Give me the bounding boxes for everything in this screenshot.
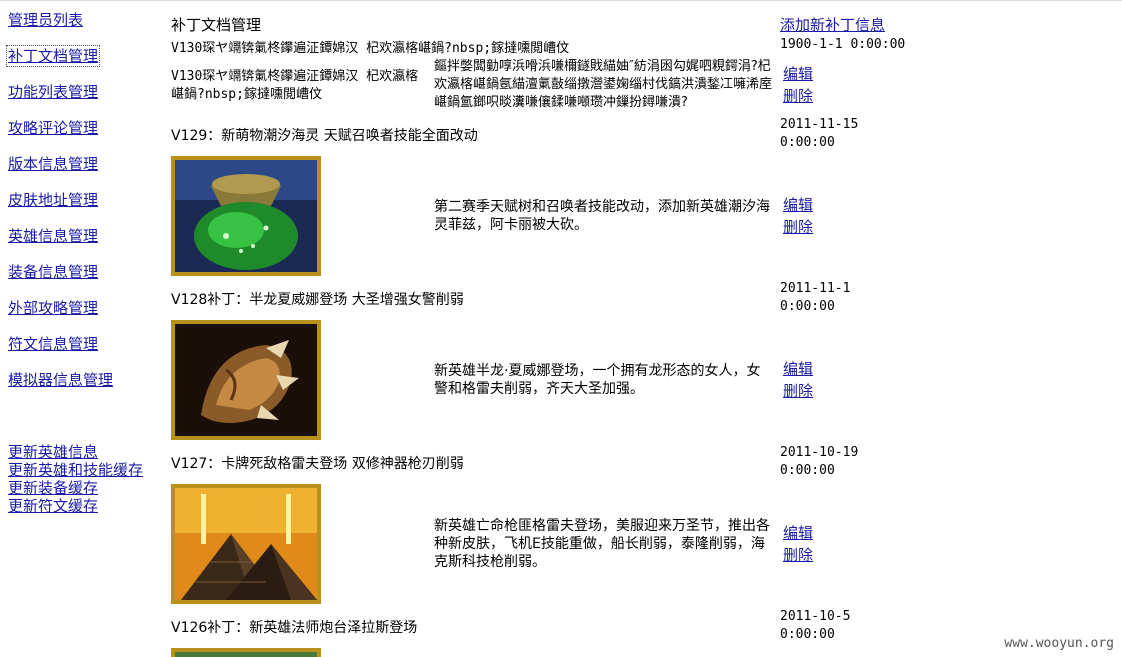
- delete-link[interactable]: 删除: [783, 85, 813, 107]
- sidebar-item-feature-list[interactable]: 功能列表管理: [8, 83, 98, 101]
- sidebar-item-admin-list[interactable]: 管理员列表: [8, 11, 83, 29]
- patch-date: 2011-11-15: [780, 117, 859, 132]
- patch-description: 新英雄半龙·夏威娜登场，一个拥有龙形态的女人，女警和格雷夫削弱，齐天大圣加强。: [434, 363, 761, 397]
- delete-link[interactable]: 删除: [783, 544, 813, 566]
- patch-thumbnail: [171, 648, 321, 657]
- patch-date: 2011-11-1: [780, 281, 851, 296]
- watermark: www.wooyun.org: [1004, 636, 1114, 651]
- sidebar-item-patch-docs[interactable]: 补丁文档管理: [5, 45, 101, 67]
- patch-description: 第二赛季天赋树和召唤者技能改动，添加新英雄潮汐海灵菲兹，阿卡丽被大砍。: [434, 199, 770, 233]
- page-title: 补丁文档管理: [171, 16, 262, 34]
- edit-link[interactable]: 编辑: [783, 63, 813, 85]
- patch-description: 鏂拌嫳闆勭啍浜嗗浜嗛檷鐩戝緢妯″紡涓囦勾娓呬粯鍔涓?杞欢瀛楁嵁鍋氬緢澶氭敼缁撴瀯…: [434, 59, 773, 110]
- edit-link[interactable]: 编辑: [783, 194, 813, 216]
- patch-left-text: V130琛ヤ竵锛氭柊鑻遍泟鐔婂汉 杞欢瀛楁嵁鍋?nbsp;鎵撻嚑閲嶆伩: [171, 69, 419, 102]
- patch-title: V129：新萌物潮汐海灵 天赋召唤者技能全面改动: [171, 128, 478, 144]
- update-hero-skill-cache-link[interactable]: 更新英雄和技能缓存: [8, 461, 143, 479]
- patch-title: V126补丁：新英雄法师炮台泽拉斯登场: [171, 620, 418, 636]
- add-patch-button[interactable]: 添加新补丁信息: [780, 14, 885, 35]
- sidebar-item-rune-info[interactable]: 符文信息管理: [8, 335, 98, 353]
- delete-link[interactable]: 删除: [783, 216, 813, 238]
- patch-date: 2011-10-19: [780, 445, 859, 460]
- patch-title: V128补丁：半龙夏威娜登场 大圣增强女警削弱: [171, 292, 464, 308]
- edit-link[interactable]: 编辑: [783, 522, 813, 544]
- patch-time: 0:00:00: [780, 135, 835, 150]
- patch-time: 0:00:00: [780, 627, 835, 642]
- sidebar-item-skin-urls[interactable]: 皮肤地址管理: [8, 191, 98, 209]
- patch-time: 0:00:00: [780, 463, 835, 478]
- patch-date: 2011-10-5: [780, 609, 851, 624]
- sidebar-item-external-guides[interactable]: 外部攻略管理: [8, 299, 98, 317]
- patch-title: V130琛ヤ竵锛氭柊鑻遍泟鐔婂汉 杞欢瀛楁嵁鍋?nbsp;鎵撻嚑閲嶆伩: [171, 41, 570, 56]
- pyramid-icon: [171, 484, 321, 604]
- patch-time: 0:00:00: [780, 299, 835, 314]
- sidebar-item-guide-comments[interactable]: 攻略评论管理: [8, 119, 98, 137]
- patch-date: 1900-1-1 0:00:00: [780, 37, 906, 52]
- delete-link[interactable]: 删除: [783, 380, 813, 402]
- patch-description: 新英雄亡命枪匪格雷夫登场，美服迎来万圣节，推出各种新皮肤，飞机E技能重做，船长削…: [434, 518, 770, 570]
- update-hero-info-link[interactable]: 更新英雄信息: [8, 443, 98, 461]
- update-rune-cache-link[interactable]: 更新符文缓存: [8, 497, 98, 515]
- sidebar-item-simulator-info[interactable]: 模拟器信息管理: [8, 371, 113, 389]
- edit-link[interactable]: 编辑: [783, 358, 813, 380]
- update-equipment-cache-link[interactable]: 更新装备缓存: [8, 479, 98, 497]
- green-potion-icon: [171, 156, 321, 276]
- dragon-claw-icon: [171, 320, 321, 440]
- patch-title: V127：卡牌死敌格雷夫登场 双修神器枪刃削弱: [171, 456, 464, 472]
- top-border: [0, 0, 1122, 1]
- sidebar-item-equipment-info[interactable]: 装备信息管理: [8, 263, 98, 281]
- sidebar-item-version-info[interactable]: 版本信息管理: [8, 155, 98, 173]
- sidebar-item-hero-info[interactable]: 英雄信息管理: [8, 227, 98, 245]
